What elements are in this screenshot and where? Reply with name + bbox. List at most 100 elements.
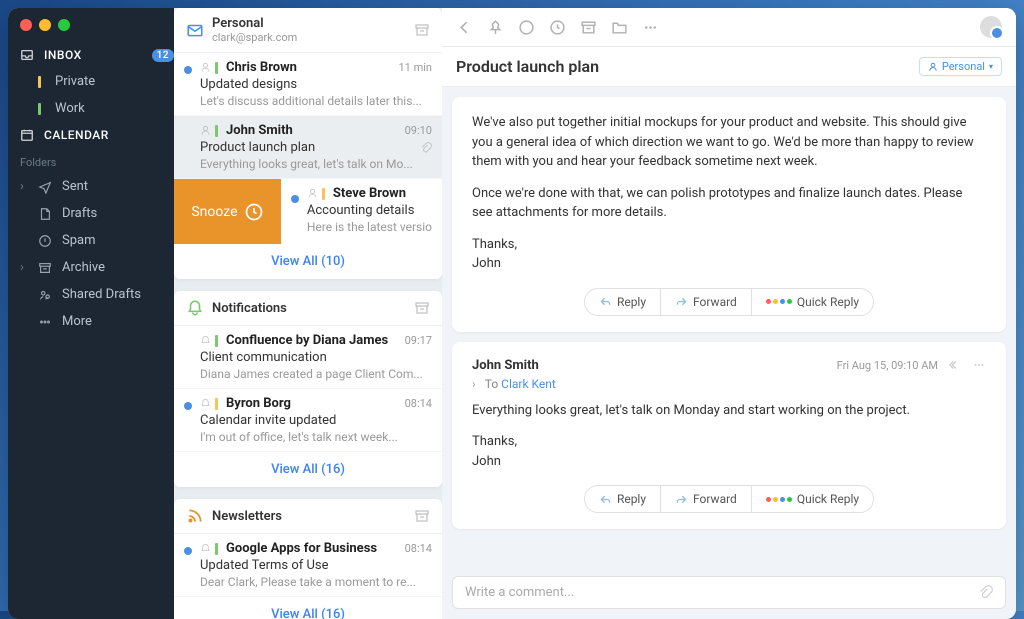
folder-tag[interactable]: Personal ▾: [919, 57, 1002, 76]
reply-button[interactable]: Reply: [585, 289, 661, 315]
sidebar-inbox-label: INBOX: [44, 48, 82, 62]
group-title: Personal clark@spark.com: [212, 16, 414, 44]
forward-button[interactable]: Forward: [661, 486, 752, 512]
sidebar-spam-label: Spam: [62, 233, 96, 248]
message-signoff: Thanks,: [472, 237, 517, 252]
sidebar-sent[interactable]: › Sent: [8, 173, 174, 200]
sidebar-more[interactable]: More: [8, 308, 174, 335]
group-header-newsletters[interactable]: Newsletters: [174, 499, 442, 534]
quick-reply-button[interactable]: Quick Reply: [752, 486, 873, 512]
sidebar-shared-drafts[interactable]: Shared Drafts: [8, 281, 174, 308]
unread-dot-icon: [184, 339, 192, 347]
back-icon[interactable]: [456, 19, 473, 36]
view-all-button[interactable]: View All (16): [174, 452, 442, 487]
to-label: To: [485, 377, 498, 391]
unread-dot-icon: [184, 547, 192, 555]
archive-icon: [38, 261, 52, 275]
person-icon: [307, 188, 318, 199]
mail-subject: Client communication: [200, 350, 432, 365]
unread-dot-icon: [184, 129, 192, 137]
sent-icon: [38, 180, 52, 194]
sidebar-private[interactable]: Private: [8, 68, 174, 95]
folder-icon[interactable]: [611, 19, 628, 36]
message-list: Personal clark@spark.com Chris Brown Upd…: [174, 8, 442, 619]
close-window-button[interactable]: [20, 19, 32, 31]
mail-subject: Updated Terms of Use: [200, 558, 432, 573]
color-marker-icon: [38, 76, 41, 88]
sidebar-inbox[interactable]: INBOX 12: [8, 42, 174, 68]
bell-icon: [200, 543, 211, 554]
group-header-personal[interactable]: Personal clark@spark.com: [174, 8, 442, 53]
mail-item[interactable]: Confluence by Diana James Client communi…: [174, 326, 442, 389]
maximize-window-button[interactable]: [58, 19, 70, 31]
forward-label: Forward: [693, 492, 737, 506]
mail-subject: Accounting details: [307, 203, 432, 218]
group-newsletters: Newsletters Google Apps for Business Upd…: [174, 499, 442, 619]
more-icon[interactable]: [642, 19, 659, 36]
comment-input[interactable]: Write a comment...: [452, 576, 1006, 609]
person-icon: [928, 62, 938, 72]
mark-read-icon[interactable]: [518, 19, 535, 36]
mail-icon: [186, 21, 204, 39]
reply-button[interactable]: Reply: [585, 486, 661, 512]
mail-preview: Here is the latest versio: [307, 220, 432, 234]
archive-icon[interactable]: [414, 22, 430, 38]
mail-item[interactable]: Byron Borg Calendar invite updated I'm o…: [174, 389, 442, 452]
mail-item[interactable]: Chris Brown Updated designs Let's discus…: [174, 53, 442, 116]
snooze-button[interactable]: Snooze: [174, 179, 281, 244]
quick-reply-button[interactable]: Quick Reply: [752, 289, 873, 315]
attachment-icon[interactable]: [978, 585, 993, 600]
archive-icon[interactable]: [414, 508, 430, 524]
archive-icon[interactable]: [580, 19, 597, 36]
view-all-button[interactable]: View All (16): [174, 597, 442, 619]
messages-scroll[interactable]: We've also put together initial mockups …: [442, 87, 1016, 570]
quick-reply-icon: [766, 299, 792, 304]
color-marker-icon: [215, 398, 218, 410]
mail-time: 09:10: [405, 124, 432, 137]
message-card: John Smith Fri Aug 15, 09:10 AM › To Cla…: [452, 342, 1006, 530]
quick-reply-label: Quick Reply: [797, 492, 859, 506]
message-card: We've also put together initial mockups …: [452, 97, 1006, 332]
account-avatar[interactable]: [980, 16, 1002, 38]
toolbar: [442, 8, 1016, 47]
sidebar-work[interactable]: Work: [8, 95, 174, 122]
snooze-label: Snooze: [191, 204, 237, 220]
sidebar-spam[interactable]: Spam: [8, 227, 174, 254]
person-icon: [200, 62, 211, 73]
comment-placeholder: Write a comment...: [465, 585, 574, 600]
forward-button[interactable]: Forward: [661, 289, 752, 315]
chevron-right-icon: ›: [20, 179, 28, 194]
mail-time: 09:17: [405, 334, 432, 347]
group-subtitle: clark@spark.com: [212, 31, 414, 44]
archive-icon[interactable]: [414, 300, 430, 316]
mail-item[interactable]: Steve Brown Accounting details Here is t…: [281, 179, 442, 244]
sidebar-archive[interactable]: › Archive: [8, 254, 174, 281]
sidebar-calendar[interactable]: CALENDAR: [8, 122, 174, 148]
forward-label: Forward: [693, 295, 737, 309]
snooze-icon[interactable]: [549, 19, 566, 36]
quick-reply-label: Quick Reply: [797, 295, 859, 309]
pin-icon[interactable]: [487, 19, 504, 36]
mail-preview: Dear Clark, Please take a moment to re..…: [200, 575, 432, 589]
mail-item[interactable]: John Smith Product launch plan Everythin…: [174, 116, 442, 179]
mail-item[interactable]: Google Apps for Business Updated Terms o…: [174, 534, 442, 597]
sidebar-archive-label: Archive: [62, 260, 105, 275]
recipient-link[interactable]: Clark Kent: [501, 377, 556, 391]
bell-icon: [200, 398, 211, 409]
sidebar-sent-label: Sent: [62, 179, 88, 194]
sidebar-calendar-label: CALENDAR: [44, 128, 109, 142]
chevron-right-icon[interactable]: ›: [472, 377, 480, 391]
color-marker-icon: [215, 125, 218, 137]
mail-sender: Confluence by Diana James: [226, 333, 388, 348]
group-title: Newsletters: [212, 509, 414, 524]
minimize-window-button[interactable]: [39, 19, 51, 31]
shared-drafts-icon: [38, 288, 52, 302]
sidebar-folders-label: Folders: [8, 148, 174, 173]
reply-label: Reply: [617, 295, 646, 309]
sidebar-drafts-label: Drafts: [62, 206, 97, 221]
view-all-button[interactable]: View All (10): [174, 244, 442, 279]
more-icon[interactable]: [972, 358, 986, 372]
sidebar-drafts[interactable]: Drafts: [8, 200, 174, 227]
group-header-notifications[interactable]: Notifications: [174, 291, 442, 326]
reply-all-icon[interactable]: [948, 358, 962, 372]
